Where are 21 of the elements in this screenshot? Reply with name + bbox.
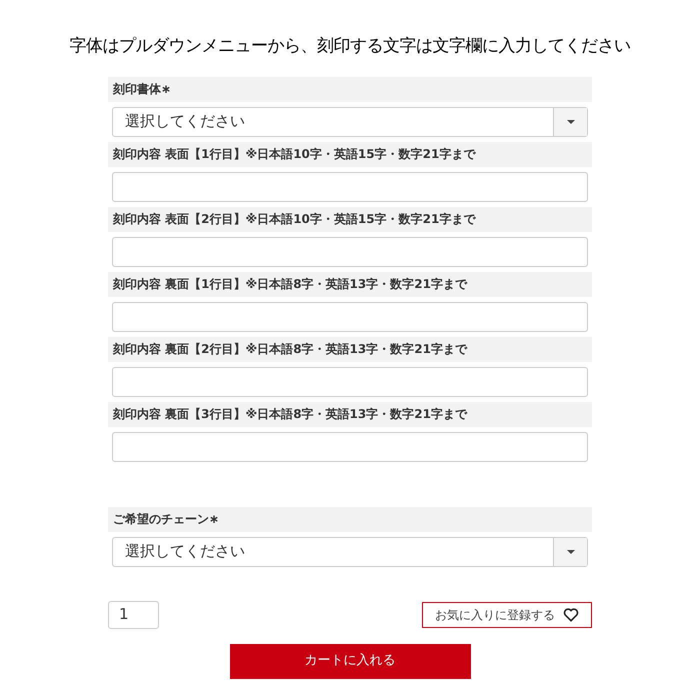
field-label: ご希望のチェーン∗ [108,506,592,532]
text-field[interactable] [112,172,588,202]
text-field[interactable] [112,432,588,462]
field-label: 刻印内容 裏面【3行目】※日本語8字・英語13字・数字21字まで [108,402,592,426]
field-label: 刻印内容 裏面【1行目】※日本語8字・英語13字・数字21字まで [108,272,592,296]
page-heading: 字体はプルダウンメニューから、刻印する文字は文字欄に入力してください [70,35,630,58]
field-label: 刻印内容 表面【1行目】※日本語10字・英語15字・数字21字まで [108,142,592,166]
text-field[interactable] [112,236,588,266]
field-label: 刻印内容 表面【2行目】※日本語10字・英語15字・数字21字まで [108,206,592,232]
text-field[interactable] [112,302,588,332]
caret-icon [566,550,574,554]
field-label: 刻印内容 裏面【2行目】※日本語8字・英語13字・数字21字まで [108,336,592,362]
caret-icon [566,120,574,124]
favorite-button[interactable]: お気に入りに登録する [422,602,592,628]
quantity-field[interactable]: 1 [108,600,159,628]
text-field[interactable] [112,366,588,396]
select-field[interactable]: 選択してください [112,536,588,566]
field-label: 刻印書体∗ [108,76,592,102]
add-to-cart-button[interactable]: カートに入れる [230,644,470,678]
select-field[interactable]: 選択してください [112,106,588,136]
heart-icon [563,608,579,622]
